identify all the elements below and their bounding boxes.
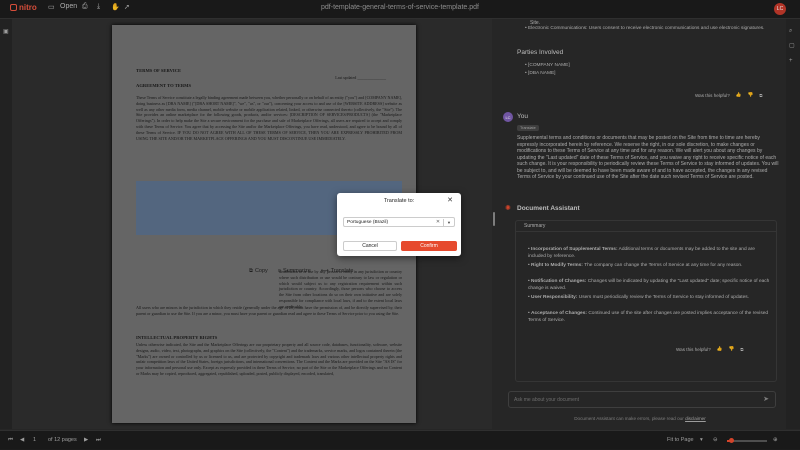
doc-ip-heading: INTELLECTUAL PROPERTY RIGHTS (136, 335, 218, 340)
chat-icon[interactable]: ▢ (789, 42, 795, 49)
summary-bullet: • Incorporation of Supplemental Terms: A… (528, 247, 755, 259)
translate-dialog: Translate to: ✕ Portuguese (Brazil) ✕ ▼ … (337, 193, 461, 256)
doc-paragraph-2: distribution to or use by any person or … (279, 269, 402, 309)
add-icon[interactable]: + (789, 58, 793, 64)
doc-subheading: AGREEMENT TO TERMS (136, 83, 192, 88)
feedback-row: Was this helpful? 👍 👎 ⧉ (676, 346, 744, 352)
clear-icon[interactable]: ✕ (433, 219, 443, 225)
zoom-out-icon[interactable]: ⊖ (713, 437, 718, 443)
you-avatar: LC (503, 112, 513, 122)
cancel-button[interactable]: Cancel (343, 241, 397, 251)
first-page-icon[interactable]: ⏮ (8, 437, 13, 444)
left-rail: ▣ (0, 19, 12, 429)
disclaimer-link[interactable]: disclaimer (685, 416, 706, 421)
parties-heading: Parties Involved (517, 49, 564, 56)
language-select[interactable]: Portuguese (Brazil) ✕ ▼ (343, 217, 455, 227)
fit-to-page-select[interactable]: Fit to Page (667, 437, 694, 443)
thumbs-up-icon[interactable]: 👍 (736, 92, 742, 98)
doc-last-updated: Last updated ______________ (335, 75, 386, 80)
assistant-label: Document Assistant (517, 205, 580, 212)
copy-action[interactable]: ⧉ Copy (249, 268, 268, 275)
document-filename: pdf-template-general-terms-of-service-te… (321, 4, 479, 11)
top-toolbar: nitro ▭ Open ⎙ ⤓ ✋ ➚ pdf-template-genera… (0, 0, 800, 19)
bottom-bar: ⏮ ◀ 1 of 12 pages ▶ ⏭ Fit to Page ▾ ⊖ ⊕ (0, 430, 800, 450)
chevron-down-icon[interactable]: ▾ (700, 437, 703, 443)
summary-bullet: • Acceptance of Changes: Continued use o… (528, 311, 769, 323)
summary-bullet: • Notification of Changes: Changes will … (528, 279, 770, 291)
selected-language: Portuguese (Brazil) (347, 219, 389, 225)
you-tag: Translate (517, 125, 539, 131)
thumbs-down-icon[interactable]: 👎 (748, 92, 754, 98)
summary-bullet: • Right to Modify Terms: The company can… (528, 263, 743, 268)
thumbs-down-icon[interactable]: 👎 (729, 346, 735, 352)
you-label: You (517, 113, 528, 120)
you-message: Supplemental terms and conditions or doc… (517, 135, 779, 180)
zoom-slider-knob[interactable] (729, 438, 734, 443)
page-number-input[interactable]: 1 (33, 437, 36, 443)
feedback-row: Was this helpful? 👍 👎 ⧉ (695, 92, 763, 98)
page-total: of 12 pages (48, 437, 77, 443)
disclaimer: Document Assistant can make errors, plea… (574, 416, 706, 421)
copy-icon[interactable]: ⧉ (740, 347, 743, 352)
copy-icon: ⧉ (249, 267, 253, 274)
summary-header: Summary (516, 221, 776, 232)
next-page-icon[interactable]: ▶ (84, 437, 88, 443)
doc-paragraph-1: These Terms of Service constitute a lega… (136, 95, 402, 141)
zoom-in-icon[interactable]: ⊕ (773, 437, 778, 443)
dialog-title: Translate to: (383, 198, 415, 204)
chevron-down-icon[interactable]: ▼ (444, 220, 454, 225)
prev-bullet: • Electronic Communications: Users conse… (525, 26, 765, 31)
zoom-slider[interactable] (727, 438, 767, 443)
doc-heading: TERMS OF SERVICE (136, 68, 182, 73)
summary-card: Summary • Incorporation of Supplemental … (515, 220, 777, 382)
user-avatar[interactable]: LC (774, 3, 786, 15)
assistant-panel: Site. • Electronic Communications: Users… (495, 19, 785, 429)
doc-paragraph-4: Unless otherwise indicated, the Site and… (136, 342, 402, 376)
right-rail: ⌕ ▢ + (786, 19, 800, 429)
assistant-icon: ✺ (505, 205, 511, 212)
send-icon[interactable]: ➤ (763, 395, 769, 403)
doc-paragraph-3: All users who are minors in the jurisdic… (136, 305, 402, 316)
chat-input[interactable]: Ask me about your document ➤ (508, 391, 776, 408)
prev-page-icon[interactable]: ◀ (20, 437, 24, 443)
close-icon[interactable]: ✕ (447, 196, 453, 204)
thumbs-up-icon[interactable]: 👍 (717, 346, 723, 352)
summary-bullet: • User Responsibility: Users must period… (528, 295, 750, 300)
thumbnails-icon[interactable]: ▣ (3, 28, 9, 35)
party-item: • [DBA NAME] (525, 71, 556, 76)
search-icon[interactable]: ⌕ (789, 28, 792, 35)
party-item: • [COMPANY NAME] (525, 63, 570, 68)
copy-icon[interactable]: ⧉ (759, 93, 762, 98)
last-page-icon[interactable]: ⏭ (96, 437, 101, 444)
confirm-button[interactable]: Confirm (401, 241, 457, 251)
